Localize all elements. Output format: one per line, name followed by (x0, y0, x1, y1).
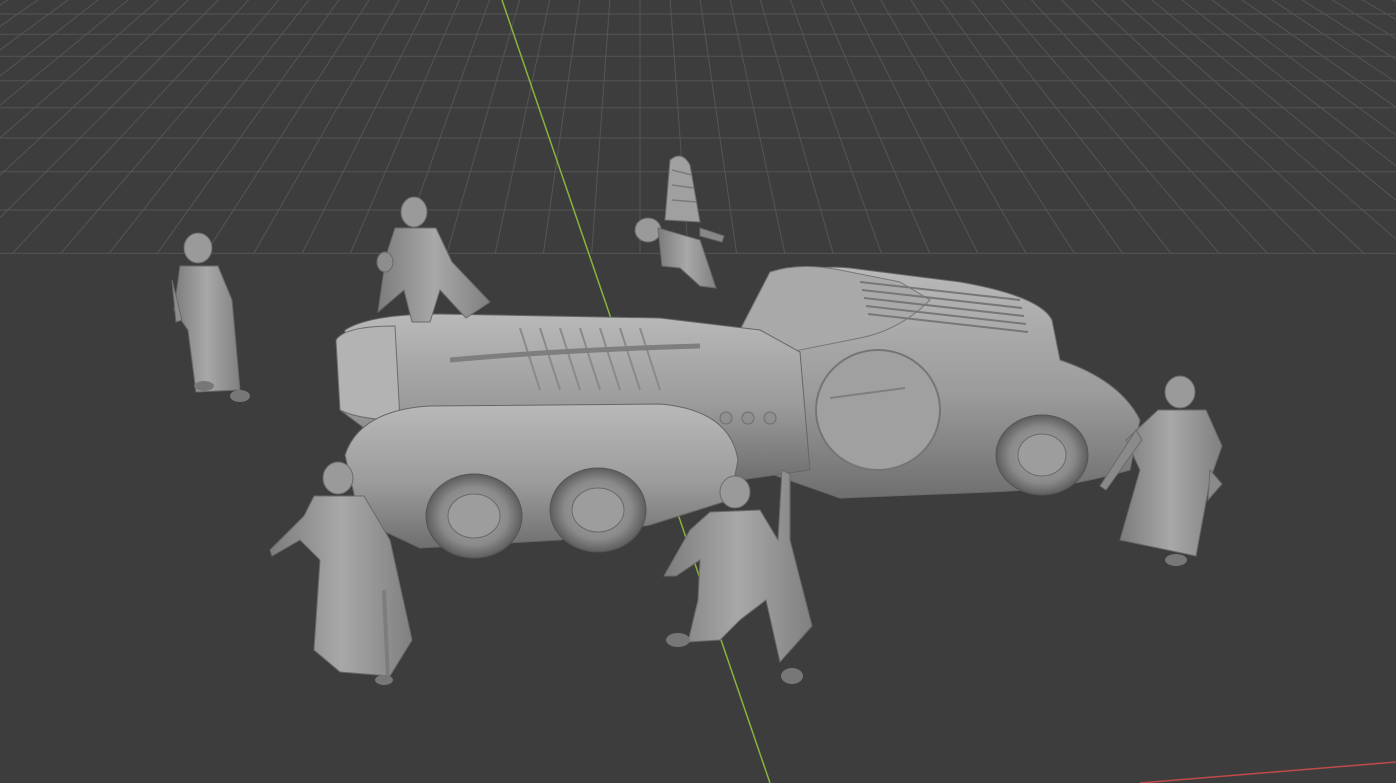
grid-line (349, 0, 460, 254)
grid-line (446, 0, 521, 254)
robed-figure-left[interactable] (171, 232, 250, 402)
grid-line (12, 0, 250, 254)
grid-line (0, 0, 404, 253)
grid-line (905, 0, 1396, 253)
grid-line (0, 0, 356, 253)
grid-line (0, 0, 413, 253)
grid-line (108, 0, 310, 254)
grid-line (0, 0, 158, 253)
grid-line (0, 0, 72, 253)
grid-line (1030, 0, 1268, 254)
grid-line (880, 0, 1027, 254)
grid-line (0, 0, 220, 219)
grid-line (301, 0, 430, 254)
grid-line (1141, 0, 1396, 253)
grid-line (924, 0, 1396, 253)
grid-line (1181, 0, 1396, 167)
grid-line (0, 0, 9, 6)
grid-line (1189, 0, 1396, 253)
grid-line (1151, 0, 1396, 201)
grid-line (1090, 0, 1365, 254)
car-wheel-rear (995, 414, 1089, 496)
grid-line (910, 0, 1075, 254)
car-wheel-front-2 (549, 467, 647, 553)
3d-viewport[interactable] (0, 0, 1396, 783)
grid-line (0, 0, 99, 77)
x-axis-line (1139, 761, 1396, 783)
grid-line (0, 0, 281, 253)
grid-line (1094, 0, 1396, 253)
grid-line (0, 0, 309, 253)
grid-line (1179, 0, 1396, 253)
grid-line (1120, 0, 1396, 240)
grid-line (1391, 0, 1396, 3)
grid-line (759, 0, 834, 254)
grid-line (398, 0, 490, 254)
grid-line (943, 0, 1396, 253)
grid-line (0, 0, 300, 253)
viewport-canvas[interactable] (0, 0, 1396, 783)
grid-line (790, 0, 882, 254)
grid-line (962, 0, 1396, 253)
grid-line (0, 0, 39, 28)
grid-line (1361, 0, 1396, 21)
grid-line (1331, 0, 1396, 40)
grid-line (0, 0, 205, 253)
grid-line (542, 0, 581, 254)
coated-figure-back[interactable] (376, 196, 491, 323)
grid-line (990, 0, 1396, 253)
grid-line (0, 0, 233, 253)
car-wheel-front-1 (425, 473, 523, 559)
grid-line (1301, 0, 1396, 60)
grid-line (0, 0, 177, 253)
grid-line (1037, 0, 1396, 253)
grid-line (970, 0, 1172, 254)
winged-cherub[interactable] (634, 155, 725, 289)
grid-line (1018, 0, 1396, 253)
grid-line (0, 0, 394, 253)
grid-line (895, 0, 1396, 253)
grid-line (1211, 0, 1396, 136)
grid-line (0, 0, 91, 253)
grid-line (1208, 0, 1396, 253)
grid-line (0, 0, 101, 253)
grid-line (1113, 0, 1396, 253)
grid-line (850, 0, 979, 254)
grid-line (0, 0, 120, 253)
grid-line (0, 0, 195, 253)
grid-line (1104, 0, 1396, 253)
grid-line (0, 0, 167, 253)
grid-line (156, 0, 340, 254)
grid-line (971, 0, 1396, 253)
grid-line (0, 0, 243, 253)
grid-line (1075, 0, 1396, 253)
grid-line (940, 0, 1124, 254)
grid-line (0, 0, 224, 253)
grid-line (0, 0, 129, 253)
grid-line (820, 0, 931, 254)
grid-line (1085, 0, 1396, 253)
grid-line (0, 0, 366, 253)
grid-line (0, 0, 422, 253)
grid-line (0, 0, 139, 253)
grid-line (0, 0, 375, 253)
grid-line (1122, 0, 1396, 253)
grid-line (205, 0, 370, 254)
grid-line (591, 0, 611, 254)
grid-line (1060, 0, 1317, 254)
grid-line (1271, 0, 1396, 83)
grid-line (1151, 0, 1396, 253)
grid-line (0, 0, 214, 253)
grid-line (1028, 0, 1396, 253)
grid-line (0, 0, 148, 253)
grid-line (0, 0, 252, 253)
